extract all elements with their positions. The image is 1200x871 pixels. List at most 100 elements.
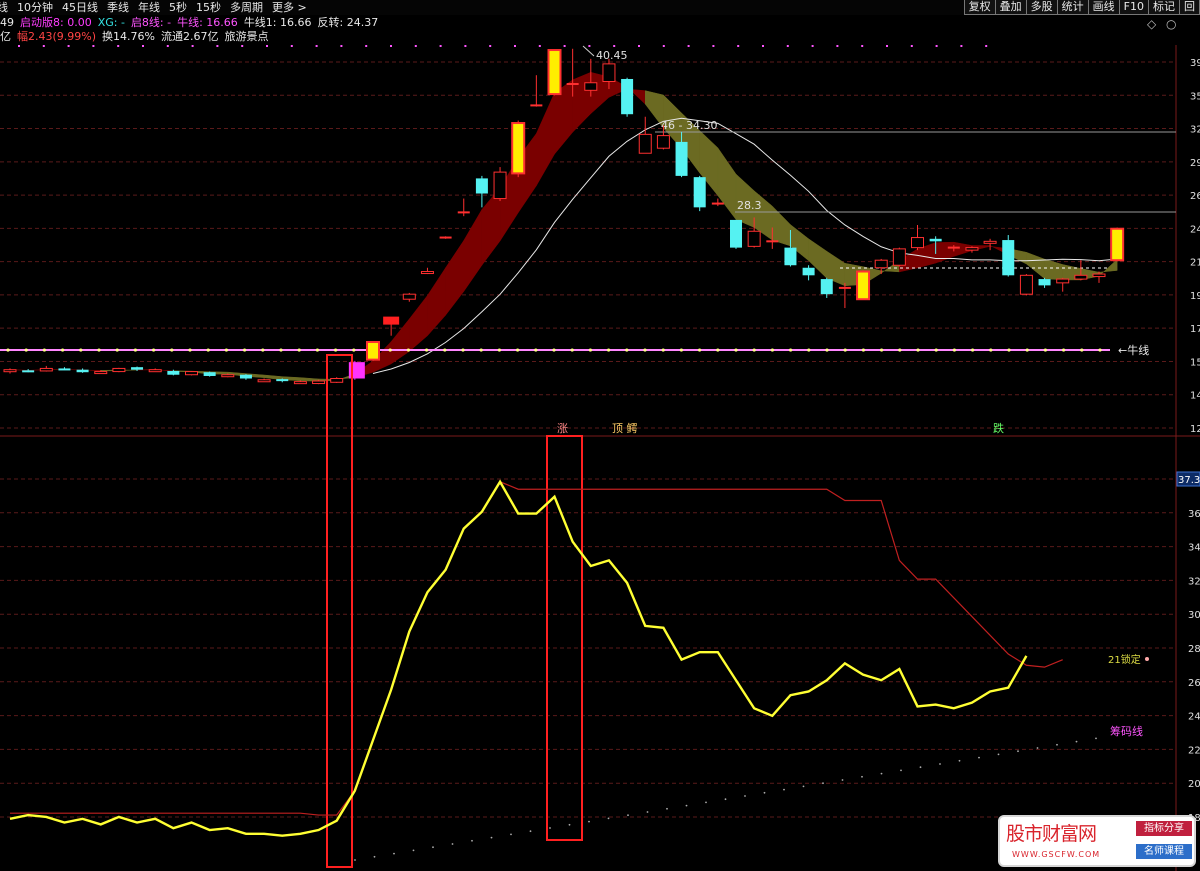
osc-axis-label: 22 [1188, 745, 1200, 756]
signal-dot [42, 45, 45, 47]
bull-line-dot [643, 348, 647, 352]
price-axis-label: 32 [1190, 125, 1200, 136]
bull-line-dot [388, 348, 392, 352]
tool-button-6[interactable]: 标记 [1148, 0, 1180, 15]
tool-button-4[interactable]: 画线 [1087, 0, 1120, 15]
chip-line-dot [607, 817, 610, 820]
bull-line-dot [661, 348, 665, 352]
bull-line-dot [42, 348, 47, 352]
candle-body [965, 247, 979, 251]
ma-ribbon-segment [427, 266, 446, 337]
candle-body [530, 104, 543, 107]
price-axis-label: 35 [1190, 91, 1200, 102]
signal-dot [290, 45, 293, 47]
tab-0[interactable]: 线 [0, 0, 8, 15]
ma-ribbon-segment [409, 294, 428, 352]
watermark-tag-indicator: 指标分享 [1136, 821, 1192, 836]
info_line2-item: 旅游景点 [224, 30, 269, 43]
ma-ribbon-segment [445, 239, 464, 316]
chip-line-dot [763, 791, 766, 794]
signal-dot [191, 45, 194, 47]
signal-dot [216, 45, 219, 47]
tool-button-0[interactable]: 复权 [963, 0, 996, 15]
chip-line-dot [588, 820, 590, 823]
bull-line-dot [952, 348, 957, 352]
tab-1[interactable]: 10分钟 [17, 0, 53, 15]
candle-body [22, 370, 35, 373]
bull-line-dot [133, 348, 137, 352]
chip-line-dot [373, 855, 376, 858]
tab-8[interactable]: 更多 > [272, 0, 307, 15]
tool-button-3[interactable]: 统计 [1056, 0, 1089, 15]
bull-line-dot [425, 348, 429, 352]
stock-info-line: 亿幅2.43(9.99%) 换14.76% 流通2.67亿 旅游景点 [0, 30, 274, 43]
candle-body [838, 286, 851, 289]
tab-3[interactable]: 季线 [107, 0, 129, 15]
signal-dot [762, 45, 764, 47]
chip-line-dot [1036, 747, 1039, 749]
candle-body [730, 219, 742, 248]
watermark-title: 股市财富网 [1006, 823, 1097, 845]
candle-body [621, 78, 634, 115]
limit-up-candle [547, 49, 562, 96]
candle-body [475, 178, 488, 194]
bull-line-dot [406, 348, 410, 352]
chip-line-dot [354, 859, 356, 861]
signal-dot [910, 45, 913, 47]
signal-dot [266, 45, 268, 47]
candle-body [402, 293, 416, 300]
stock-chart[interactable]: 39 35 32 29 26 24 21 19 17 15 14 12 36 34 32 30 28 26 24 22… [0, 0, 1200, 871]
candle-body [420, 271, 434, 275]
bull-line-dot [880, 348, 884, 352]
candle-body [185, 371, 198, 376]
tab-6[interactable]: 15秒 [196, 0, 221, 15]
limit-up-candle [511, 122, 526, 175]
tab-2[interactable]: 45日线 [62, 0, 98, 15]
info_line2-item: 亿 [0, 30, 11, 43]
chip-line-dot [510, 833, 512, 836]
signal-dot [464, 45, 467, 47]
chip-line-dot [783, 788, 785, 791]
bull-line-dot [61, 348, 65, 352]
signal-dot [67, 45, 70, 47]
bull-line-dot [770, 348, 775, 352]
tab-7[interactable]: 多周期 [230, 0, 263, 15]
bull-line-dot [443, 348, 447, 352]
candle-body [203, 372, 216, 376]
chip-line-dot [1095, 737, 1097, 740]
chip-line-dot [880, 772, 883, 775]
candle-body [675, 141, 688, 176]
signal-dot [365, 45, 368, 47]
current-value-label: 37.3 [1178, 475, 1200, 486]
bull-line-dot [898, 348, 902, 352]
signal-dot [241, 45, 244, 47]
bull-line-dot [24, 348, 28, 352]
bull-line-dot [971, 348, 975, 352]
tool-button-5[interactable]: F10 [1118, 0, 1149, 15]
osc-axis-label: 26 [1188, 678, 1200, 689]
candle-body [802, 267, 815, 276]
candle-body [167, 370, 180, 375]
candle-body [3, 369, 17, 373]
bull-line-dot [152, 348, 156, 352]
tab-4[interactable]: 年线 [138, 0, 160, 15]
signal-dot [662, 45, 665, 47]
tool-button-1[interactable]: 叠加 [994, 0, 1027, 15]
bull-line-dot [1062, 348, 1066, 352]
chip-line-dot [568, 823, 571, 826]
candle-body [312, 380, 326, 385]
bull-line-dot [625, 348, 629, 352]
tool-button-7[interactable]: 回 [1179, 0, 1200, 15]
ma-ribbon-segment [717, 147, 737, 221]
info_line2-item: 幅2.43(9.99%) [17, 30, 97, 43]
signal-dot [960, 45, 963, 47]
tab-5[interactable]: 5秒 [169, 0, 187, 15]
osc-axis-label: 32 [1188, 576, 1200, 587]
info_line1-item: 启动版8: 0.00 [20, 16, 92, 29]
osc-axis-label: 34 [1188, 543, 1200, 554]
candle-body [1074, 274, 1088, 280]
bull-line-dot [734, 348, 738, 352]
chip-line-dot [997, 753, 1000, 756]
tool-button-2[interactable]: 多股 [1025, 0, 1058, 15]
chip-line-dot [666, 807, 668, 810]
